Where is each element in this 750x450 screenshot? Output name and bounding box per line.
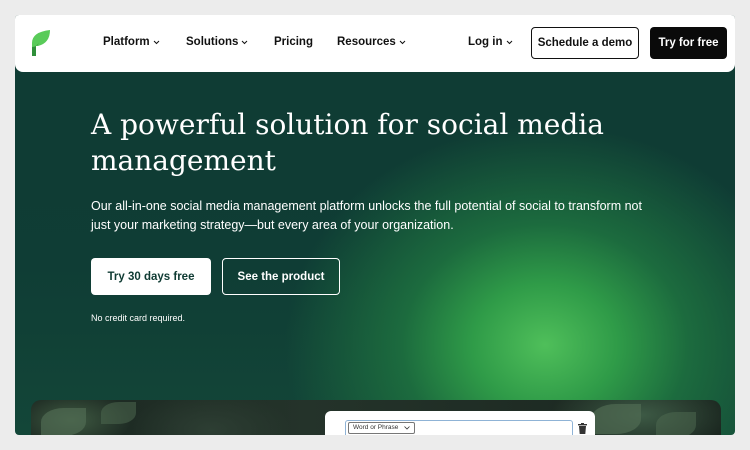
leaf-decoration [591,404,641,434]
nav-pricing[interactable]: Pricing [274,36,313,48]
chevron-down-icon [153,40,160,44]
sprout-leaf-icon[interactable] [29,29,53,57]
nav-login[interactable]: Log in [468,36,513,48]
try-30-days-button[interactable]: Try 30 days free [91,258,211,295]
preview-card: Word or Phrase [325,411,595,435]
nav-resources[interactable]: Resources [337,36,406,48]
chevron-down-icon [506,40,512,44]
chevron-down-icon [242,40,248,44]
trash-icon[interactable] [578,423,587,434]
nav-platform-label: Platform [103,36,150,48]
nav-pricing-label: Pricing [274,36,313,48]
top-navbar: Platform Solutions Pricing Resources Log… [15,15,735,72]
nav-platform[interactable]: Platform [103,36,160,48]
no-credit-card-note: No credit card required. [91,313,186,323]
nav-solutions[interactable]: Solutions [186,36,248,48]
try-for-free-button[interactable]: Try for free [650,27,727,59]
chevron-down-icon [399,40,406,44]
keyword-select-field[interactable]: Word or Phrase [345,420,573,435]
hero-subtitle: Our all-in-one social media management p… [91,199,642,232]
nav-login-label: Log in [468,36,503,48]
schedule-demo-button[interactable]: Schedule a demo [531,27,639,59]
leaf-decoration [656,412,696,435]
page-frame: Platform Solutions Pricing Resources Log… [15,15,735,435]
leaf-decoration [41,408,86,435]
leaf-decoration [101,402,136,424]
keyword-type-value: Word or Phrase [353,424,399,431]
nav-solutions-label: Solutions [186,36,239,48]
chevron-down-icon [404,426,411,430]
nav-resources-label: Resources [337,36,396,48]
keyword-type-select[interactable]: Word or Phrase [348,422,416,434]
hero-title: A powerful solution for social media man… [91,108,604,177]
see-product-button[interactable]: See the product [222,258,340,295]
